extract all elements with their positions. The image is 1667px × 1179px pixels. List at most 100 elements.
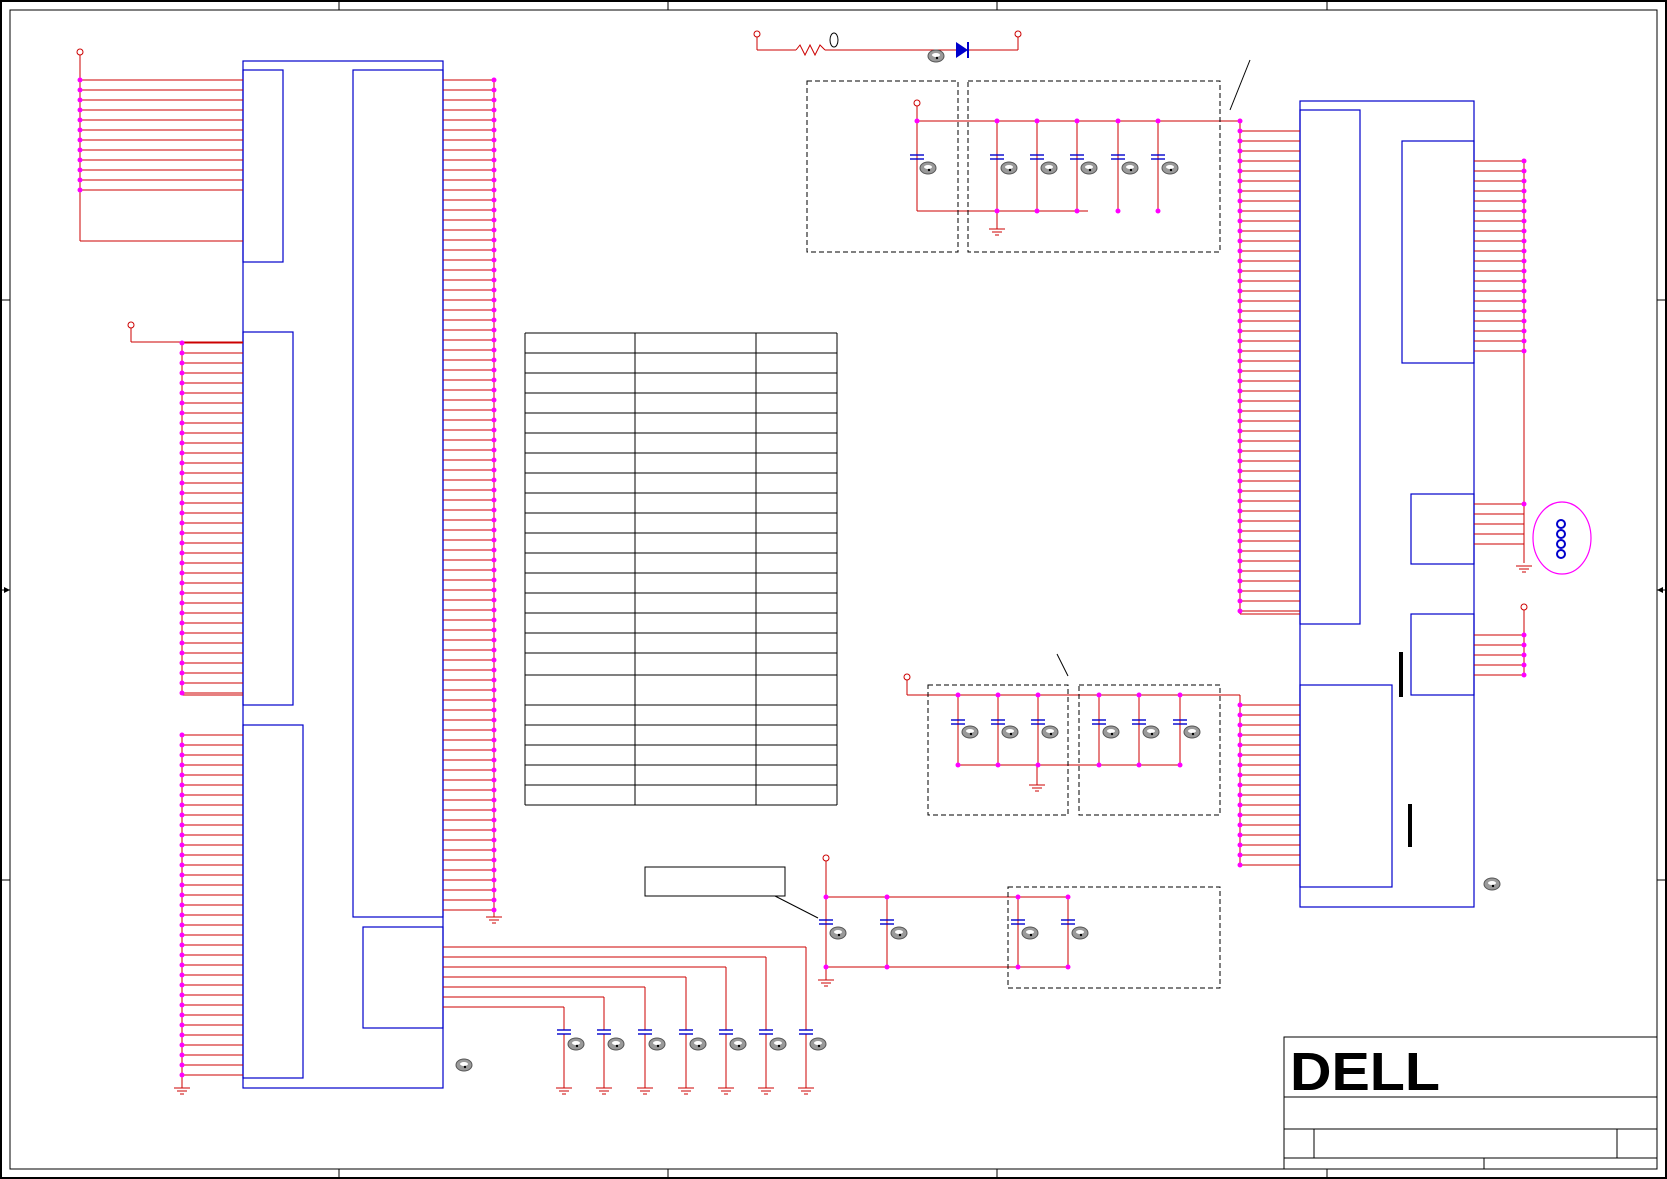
net-dot — [179, 380, 185, 386]
net-dot — [491, 827, 497, 833]
net-dot — [491, 327, 497, 333]
net-dot — [491, 907, 497, 913]
net-dot — [491, 137, 497, 143]
net-dot — [179, 510, 185, 516]
net-dot — [1521, 258, 1527, 264]
net-dot — [491, 447, 497, 453]
net-dot — [1237, 822, 1243, 828]
net-dot — [1237, 732, 1243, 738]
eye-badge-icon — [1183, 725, 1201, 739]
net-dot — [179, 912, 185, 918]
part-outline — [1299, 109, 1361, 625]
net-dot — [491, 627, 497, 633]
bars — [1399, 652, 1412, 847]
net-dot — [179, 852, 185, 858]
net-dot — [179, 742, 185, 748]
net-dot — [1136, 762, 1142, 768]
net-dot — [179, 1002, 185, 1008]
net-dot — [179, 400, 185, 406]
net-dot — [491, 517, 497, 523]
net-dot — [179, 520, 185, 526]
eye-badge-icon — [689, 1037, 707, 1051]
capacitor-icon — [638, 1029, 652, 1035]
net-dot — [179, 872, 185, 878]
net-dot — [1034, 208, 1040, 214]
net-dot — [179, 1022, 185, 1028]
eye-badge-icon — [648, 1037, 666, 1051]
net-dot — [1237, 742, 1243, 748]
net-dot — [1096, 692, 1102, 698]
net-dot — [179, 430, 185, 436]
net-dot — [491, 777, 497, 783]
net-dot — [491, 897, 497, 903]
ground-symbol-icon — [818, 979, 834, 987]
net-dot — [1237, 298, 1243, 304]
net-dot — [955, 762, 961, 768]
net-dot — [491, 887, 497, 893]
net-dot — [179, 762, 185, 768]
eye-badge-icon — [1001, 725, 1019, 739]
net-dot — [1237, 608, 1243, 614]
net-dot — [491, 647, 497, 653]
note-box — [644, 866, 819, 919]
net-dot — [1521, 198, 1527, 204]
eye-badge-icon — [1142, 725, 1160, 739]
net-dot — [491, 877, 497, 883]
net-dot — [491, 97, 497, 103]
net-dot — [1237, 128, 1243, 134]
net-dot — [884, 964, 890, 970]
net-dot — [1237, 598, 1243, 604]
net-dot — [1237, 752, 1243, 758]
net-dot — [1521, 672, 1527, 678]
net-dot — [179, 550, 185, 556]
net-dot — [179, 470, 185, 476]
net-dot — [491, 267, 497, 273]
eye-badge-icon — [919, 161, 937, 175]
net-dot — [823, 964, 829, 970]
part-outline — [1299, 684, 1393, 888]
net-dot — [1237, 438, 1243, 444]
net-dot — [1237, 118, 1243, 124]
net-dot — [1177, 692, 1183, 698]
part-outline — [1299, 100, 1475, 908]
net-dot — [1237, 318, 1243, 324]
net-dot — [179, 580, 185, 586]
net-dot — [995, 762, 1001, 768]
net-dot — [179, 922, 185, 928]
power-rail-circle-icon — [76, 48, 84, 56]
net-dot — [1237, 782, 1243, 788]
net-dot — [179, 732, 185, 738]
net-dot — [1237, 568, 1243, 574]
net-dot — [491, 817, 497, 823]
net-dot — [1521, 208, 1527, 214]
net-dot — [491, 667, 497, 673]
symbols — [76, 30, 1532, 1095]
net-dot — [179, 650, 185, 656]
net-dot — [1035, 762, 1041, 768]
net-dot — [1237, 862, 1243, 868]
part-outlines — [242, 60, 1475, 1089]
eye-badge-icon — [1483, 877, 1501, 891]
capacitor-icon — [759, 1029, 773, 1035]
net-dot — [491, 757, 497, 763]
net-dot — [1521, 642, 1527, 648]
part-outline — [362, 926, 444, 1029]
ground-symbol-icon — [798, 1087, 814, 1095]
net-dot — [1115, 208, 1121, 214]
ground-symbol-icon — [596, 1087, 612, 1095]
net-dot — [179, 490, 185, 496]
net-dot — [179, 390, 185, 396]
net-dot — [491, 587, 497, 593]
net-dot — [491, 487, 497, 493]
net-dot — [1237, 722, 1243, 728]
net-dot — [491, 557, 497, 563]
net-dot — [491, 127, 497, 133]
net-dot — [1521, 298, 1527, 304]
net-dot — [491, 497, 497, 503]
net-dot — [491, 347, 497, 353]
net-dot — [1521, 278, 1527, 284]
net-dot — [77, 87, 83, 93]
net-dot — [491, 577, 497, 583]
net-dot — [179, 822, 185, 828]
eye-badge-icon — [829, 926, 847, 940]
